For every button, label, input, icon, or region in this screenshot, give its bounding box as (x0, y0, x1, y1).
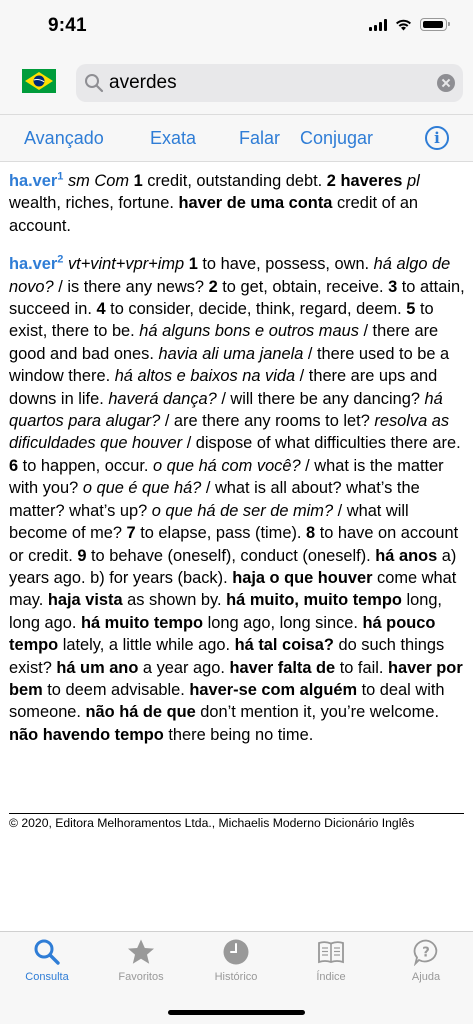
phrase: haver-se com alguém (189, 680, 358, 699)
svg-text:?: ? (422, 946, 430, 961)
definition-segment: / is there any news? (53, 277, 209, 296)
tab-label: Ajuda (411, 971, 441, 983)
tab-favoritos[interactable]: Favoritos (94, 932, 188, 992)
search-box[interactable] (76, 64, 463, 102)
status-icons (369, 18, 450, 31)
definition-segment: credit, outstanding debt. (142, 172, 327, 190)
entry-1: ha.ver1 sm Com 1 credit, outstanding deb… (9, 170, 465, 237)
example: haverá dança? (108, 389, 217, 408)
tab-indice[interactable]: Índice (284, 932, 378, 992)
toolbar: Avançado Exata Falar Conjugar i (0, 114, 473, 162)
clock-icon (223, 939, 249, 965)
tab-label: Favoritos (118, 971, 164, 983)
definition-segment: to get, obtain, receive. (217, 277, 389, 296)
divider (9, 813, 464, 814)
sense-number: 3 (388, 277, 398, 296)
sense-number: 4 (96, 300, 106, 319)
definition-segment: to happen, occur. (18, 456, 153, 475)
definition-segment: / dispose of what difficulties there are… (182, 434, 461, 453)
definition-segment: lately, a little while ago. (58, 636, 235, 655)
phrase: haja vista (47, 591, 123, 610)
sense-number: 2 (208, 277, 218, 296)
info-icon[interactable]: i (425, 126, 449, 150)
advanced-button[interactable]: Avançado (24, 128, 104, 149)
entry-2: ha.ver2 vt+vint+vpr+imp 1 to have, posse… (9, 253, 465, 746)
phrase: há tal coisa? (234, 636, 334, 655)
definition-segment: wealth, riches, fortune. (9, 194, 179, 213)
conjugate-button[interactable]: Conjugar (300, 128, 373, 149)
sense-number: 2 (326, 172, 336, 190)
clear-search-icon[interactable] (437, 74, 455, 92)
tab-label: Histórico (214, 971, 258, 983)
search-row (0, 52, 473, 114)
definition-segment: as shown by. (122, 591, 227, 610)
status-time: 9:41 (48, 15, 87, 36)
example: o que há de ser de mim? (151, 501, 334, 520)
definition-segment: / are there any rooms to let? (160, 412, 375, 431)
phrase: não há de que (85, 703, 196, 722)
example: havia ali uma janela (158, 344, 304, 363)
sense-number: 8 (306, 524, 316, 543)
phrase: há um ano (56, 658, 139, 677)
definition-segment: to elapse, pass (time). (135, 524, 307, 543)
phrase: haja o que houver (232, 568, 373, 587)
star-icon (128, 939, 154, 964)
phrase: haveres (340, 172, 403, 190)
example: o que é que há? (82, 479, 202, 498)
status-bar: 9:41 (0, 0, 473, 52)
phrase: há muito tempo (81, 613, 204, 632)
tab-ajuda[interactable]: ? Ajuda (379, 932, 473, 992)
example: há altos e baixos na vida (114, 367, 296, 386)
sense-number: 6 (9, 456, 19, 475)
cellular-signal-icon (369, 18, 387, 31)
definition-segment: long ago, long since. (203, 613, 363, 632)
definition-segment: to behave (oneself), conduct (oneself). (86, 546, 376, 565)
home-indicator (168, 1010, 305, 1015)
phrase: haver de uma conta (178, 194, 333, 213)
tab-label: Índice (316, 971, 346, 983)
tab-label: Consulta (25, 971, 69, 983)
tab-consulta[interactable]: Consulta (0, 932, 94, 992)
search-icon (85, 74, 104, 93)
brazil-flag-icon[interactable] (22, 69, 56, 93)
definition-segment: a year ago. (138, 658, 230, 677)
definition-segment: there being no time. (163, 725, 314, 744)
definition-segment: don’t mention it, you’re welcome. (195, 703, 439, 722)
definition-text: vt+vint+vpr+imp 1 to have, possess, own.… (9, 255, 465, 744)
grammar-label: sm Com (67, 172, 129, 190)
help-icon: ? (413, 939, 438, 966)
example: há alguns bons e outros maus (139, 322, 359, 341)
sense-number: 1 (133, 172, 143, 190)
phrase: há muito, muito tempo (226, 591, 402, 610)
phrase: haver falta de (229, 658, 336, 677)
exact-button[interactable]: Exata (150, 128, 196, 149)
headword: ha.ver2 (9, 253, 64, 274)
speak-button[interactable]: Falar (239, 128, 280, 149)
definition-text: sm Com 1 credit, outstanding debt. 2 hav… (9, 172, 420, 235)
search-input[interactable] (109, 64, 429, 102)
copyright-text: © 2020, Editora Melhoramentos Ltda., Mic… (9, 816, 415, 830)
wifi-icon (396, 19, 411, 31)
headword: ha.ver1 (9, 170, 64, 190)
search-icon (34, 939, 60, 965)
definition-segment: to fail. (335, 658, 388, 677)
tab-historico[interactable]: Histórico (189, 932, 283, 992)
dictionary-content: ha.ver1 sm Com 1 credit, outstanding deb… (9, 170, 465, 762)
definition-segment: to deem advisable. (42, 680, 190, 699)
definition-segment: to have, possess, own. (197, 255, 374, 274)
grammar-label: pl (406, 172, 420, 190)
definition-segment: / will there be any dancing? (216, 389, 425, 408)
sense-number: 1 (188, 255, 198, 274)
sense-number: 7 (126, 524, 136, 543)
phrase: não havendo tempo (9, 725, 164, 744)
book-icon (318, 941, 344, 964)
example: o que há com você? (153, 456, 301, 475)
definition-segment: to consider, decide, think, regard, deem… (105, 300, 407, 319)
phrase: há anos (375, 546, 438, 565)
grammar-label: vt+vint+vpr+imp (67, 255, 185, 274)
battery-icon (420, 18, 450, 31)
